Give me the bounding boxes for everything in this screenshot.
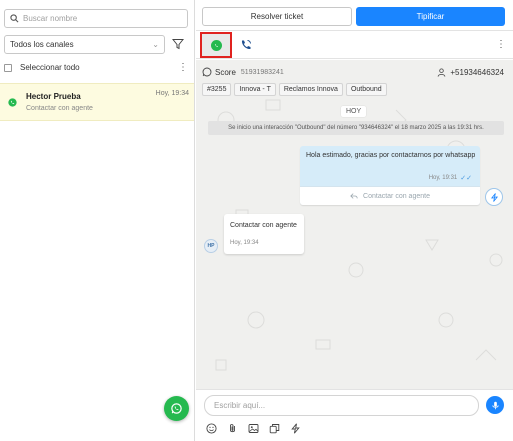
select-all-checkbox[interactable]	[4, 63, 12, 72]
emoji-button[interactable]	[206, 423, 217, 434]
outgoing-message: Hola estimado, gracias por contactarnos …	[300, 146, 480, 205]
contact-phone: +51934646324	[437, 68, 504, 77]
message-time-text: Hoy, 19:31	[428, 175, 458, 181]
search-box[interactable]	[4, 9, 188, 28]
whatsapp-icon	[202, 67, 212, 77]
tag: Innova - T	[234, 83, 276, 96]
message-time: Hoy, 19:31 ✓✓	[429, 174, 472, 182]
chevron-down-icon: ⌄	[152, 40, 159, 49]
conversation-item[interactable]: Hector Prueba Contactar con agente Hoy, …	[0, 83, 194, 121]
quick-reply-button[interactable]: Contactar con agente	[300, 186, 480, 205]
user-icon	[438, 67, 446, 77]
quick-actions-button[interactable]	[290, 423, 301, 434]
chat-panel: Resolver ticket Tipificar ⋮ Score 519319…	[196, 0, 513, 441]
channel-tabs: ⋮	[196, 30, 513, 59]
score-label: Score	[215, 67, 236, 77]
message-text: Hola estimado, gracias por contactarnos …	[306, 152, 476, 159]
tag: #3255	[202, 83, 232, 96]
tipificar-button[interactable]: Tipificar	[356, 7, 505, 26]
reply-icon	[350, 193, 358, 199]
search-input[interactable]	[23, 14, 183, 23]
tag: Reclamos Innova	[278, 83, 343, 96]
search-icon	[10, 14, 19, 23]
contact-info-row: Score 51931983241 +51934646324	[202, 66, 508, 78]
tab-phone[interactable]	[235, 35, 257, 55]
message-input[interactable]	[204, 395, 479, 416]
microphone-button[interactable]	[486, 396, 504, 414]
avatar: HP	[204, 239, 218, 253]
quick-action-button[interactable]	[485, 188, 503, 206]
tag: Outbound	[345, 83, 387, 96]
new-whatsapp-chat-button[interactable]	[164, 396, 189, 421]
more-options-icon[interactable]: ⋮	[496, 39, 506, 50]
score-number: 51931983241	[240, 68, 284, 76]
copy-icon	[269, 424, 280, 434]
channel-filter-value: Todos los canales	[10, 40, 74, 49]
templates-button[interactable]	[269, 423, 280, 434]
whatsapp-icon	[8, 98, 17, 107]
conversation-sidebar: Todos los canales ⌄ Seleccionar todo ⋮ H…	[0, 0, 195, 441]
select-all-control[interactable]: Seleccionar todo	[4, 63, 80, 72]
double-check-icon: ✓✓	[460, 175, 472, 182]
tab-whatsapp[interactable]	[200, 32, 232, 58]
more-options-icon[interactable]: ⋮	[178, 63, 188, 73]
incoming-message: Contactar con agente Hoy, 19:34	[224, 214, 304, 254]
whatsapp-icon	[171, 403, 182, 414]
resolve-ticket-button[interactable]: Resolver ticket	[202, 7, 352, 26]
message-text: Contactar con agente	[230, 222, 297, 229]
composer-toolbar	[206, 423, 311, 434]
phone-icon	[241, 40, 251, 50]
attach-button[interactable]	[227, 423, 238, 434]
quick-reply-label: Contactar con agente	[363, 192, 430, 200]
channel-filter-select[interactable]: Todos los canales ⌄	[4, 35, 165, 54]
message-time: Hoy, 19:34	[230, 240, 259, 246]
tag-list: #3255 Innova - T Reclamos Innova Outboun…	[202, 83, 390, 96]
day-separator: HOY	[341, 106, 367, 117]
microphone-icon	[491, 401, 499, 409]
system-message: Se inicio una interacción "Outbound" del…	[208, 121, 504, 135]
paperclip-icon	[230, 424, 235, 433]
contact-phone-number: +51934646324	[450, 67, 504, 77]
select-all-label: Seleccionar todo	[20, 63, 80, 72]
image-button[interactable]	[248, 423, 259, 434]
emoji-icon	[206, 423, 217, 434]
conversation-name: Hector Prueba	[26, 92, 81, 101]
whatsapp-icon	[210, 39, 222, 51]
conversation-preview: Contactar con agente	[26, 105, 93, 112]
message-composer	[196, 389, 513, 441]
filter-icon[interactable]	[172, 38, 184, 50]
lightning-icon	[490, 192, 498, 202]
image-icon	[248, 424, 259, 433]
conversation-time: Hoy, 19:34	[155, 90, 189, 97]
chat-area: Score 51931983241 +51934646324 #3255 Inn…	[196, 60, 513, 389]
lightning-icon	[291, 423, 300, 434]
